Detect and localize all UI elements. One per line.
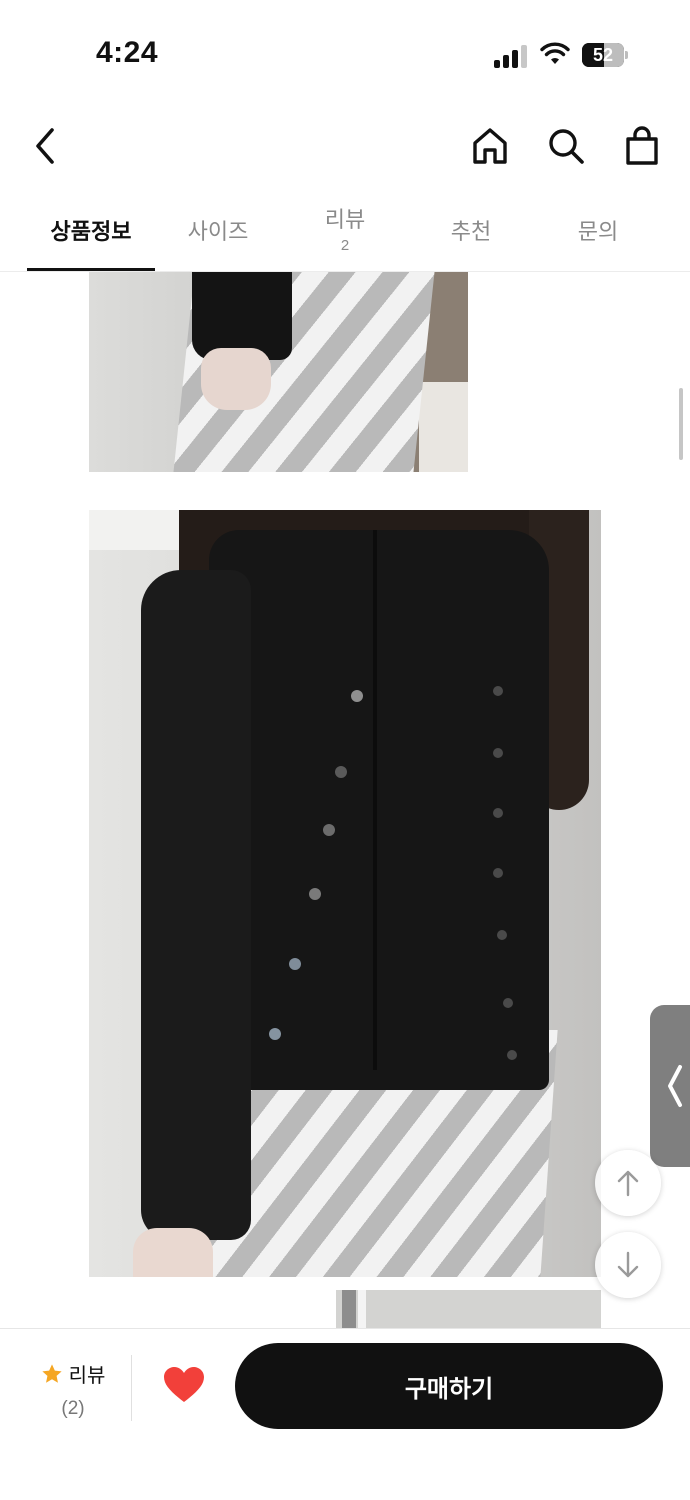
- tab-recommend[interactable]: 추천: [407, 196, 535, 272]
- home-button[interactable]: [468, 124, 512, 168]
- shopping-bag-icon: [626, 126, 658, 165]
- search-icon: [549, 129, 584, 164]
- cart-button[interactable]: [620, 124, 664, 168]
- star-icon: [41, 1363, 62, 1383]
- search-button[interactable]: [544, 124, 588, 168]
- status-time: 4:24: [96, 36, 159, 69]
- arrow-up-icon: [617, 1170, 639, 1197]
- review-label: 리뷰: [68, 1365, 106, 1387]
- home-icon: [473, 128, 507, 164]
- tab-product-info[interactable]: 상품정보: [27, 196, 155, 272]
- back-button[interactable]: [24, 124, 68, 168]
- product-photo: [89, 272, 468, 472]
- arrow-down-icon: [617, 1251, 639, 1278]
- wishlist-button[interactable]: [160, 1361, 208, 1409]
- tab-review[interactable]: 리뷰 2: [281, 196, 409, 272]
- buy-button[interactable]: 구매하기: [235, 1343, 663, 1429]
- tab-size[interactable]: 사이즈: [154, 196, 282, 272]
- review-summary-button[interactable]: 리뷰 (2): [28, 1359, 118, 1419]
- active-tab-indicator: [27, 268, 155, 271]
- review-count: (2): [61, 1398, 85, 1419]
- product-photo: [89, 510, 601, 1277]
- top-navigation: [0, 110, 690, 180]
- scroll-indicator[interactable]: [679, 388, 683, 460]
- cellular-signal-icon: [494, 44, 528, 68]
- battery-level: 52: [592, 45, 614, 65]
- wifi-icon: [540, 42, 570, 64]
- chevron-left-icon: [36, 128, 54, 164]
- tab-inquiry[interactable]: 문의: [534, 196, 662, 272]
- bottom-action-bar: 리뷰 (2) 구매하기: [0, 1328, 690, 1500]
- side-drawer-tab[interactable]: [650, 1005, 690, 1167]
- heart-icon: [164, 1367, 204, 1402]
- status-bar: 4:24 52: [0, 0, 690, 100]
- product-photo: [336, 1290, 601, 1330]
- chevron-left-icon: [668, 1065, 682, 1107]
- review-tab-count: 2: [340, 237, 350, 254]
- battery-icon: 52: [582, 43, 628, 67]
- product-tabs: 상품정보 사이즈 리뷰 2 추천 문의: [0, 196, 690, 272]
- scroll-up-button[interactable]: [595, 1150, 661, 1216]
- divider: [131, 1355, 132, 1421]
- scroll-down-button[interactable]: [595, 1232, 661, 1298]
